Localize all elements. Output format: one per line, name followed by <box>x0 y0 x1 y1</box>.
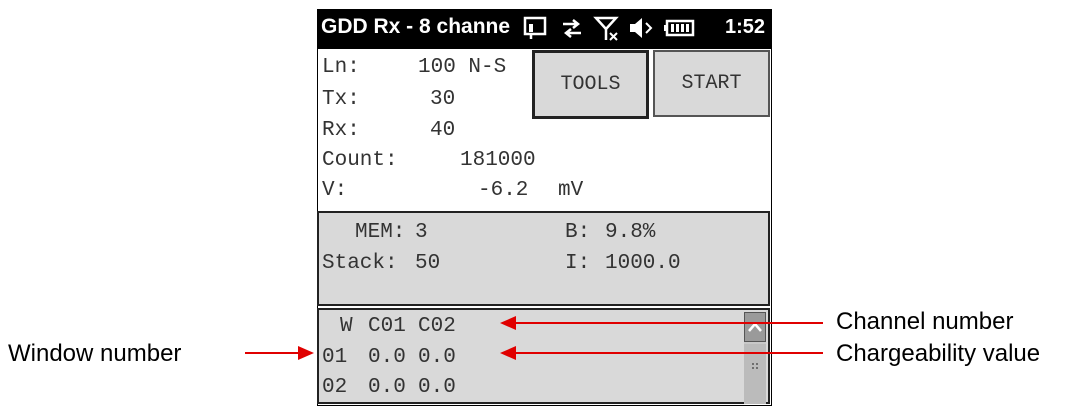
window-number-label: Window number <box>8 340 182 367</box>
channel-number-label: Channel number <box>836 308 1014 335</box>
chargeability-value-label: Chargeability value <box>836 340 1041 367</box>
chargeability-arrowhead <box>500 346 516 360</box>
channel-number-arrowhead <box>500 316 516 330</box>
window-number-arrowhead <box>298 346 314 360</box>
